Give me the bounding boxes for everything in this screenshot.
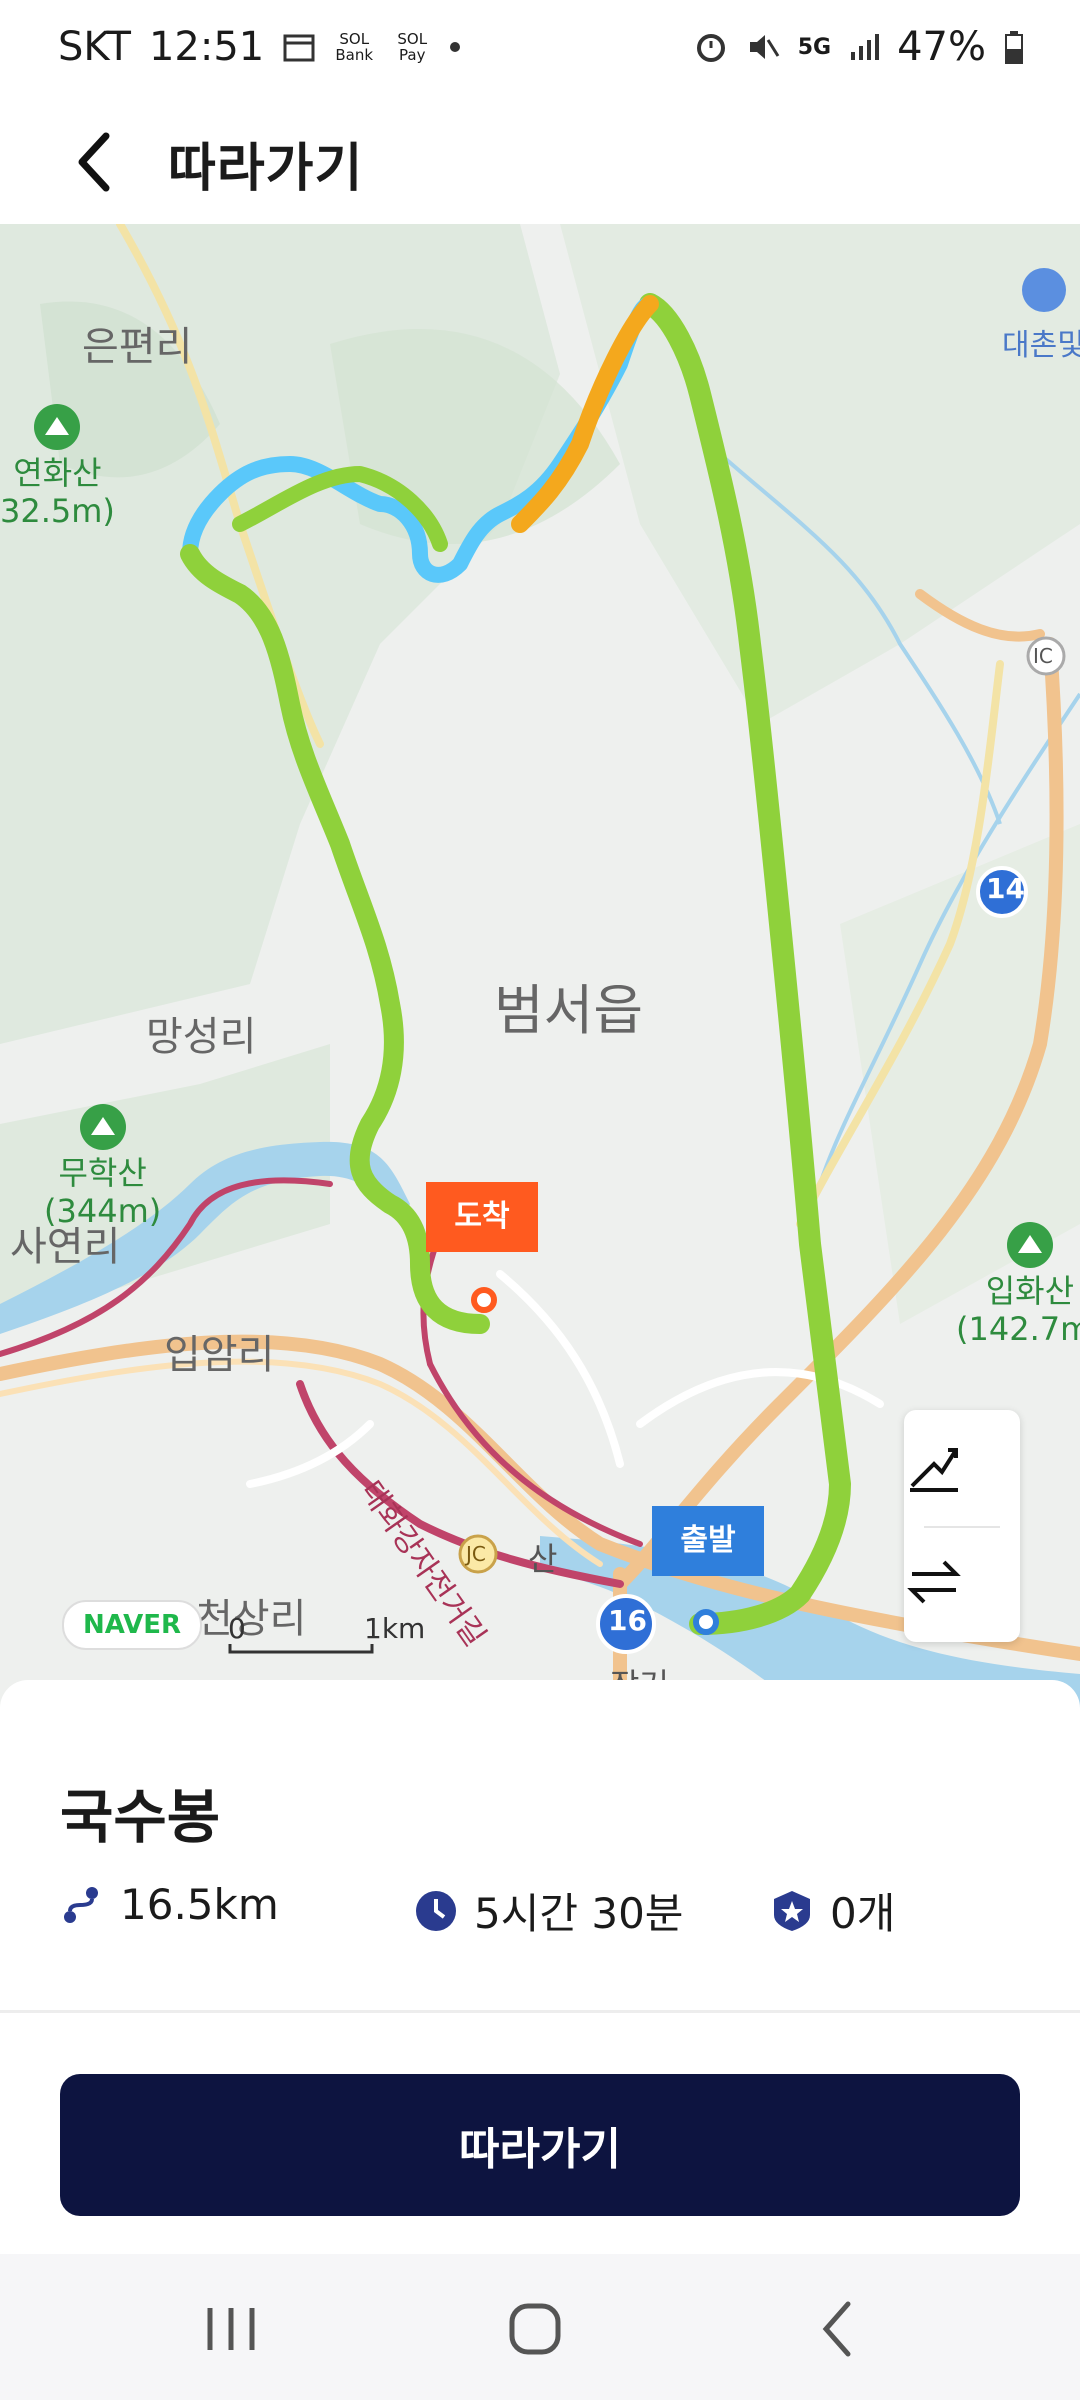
trail-name: 국수봉 bbox=[60, 1783, 221, 1851]
clock-icon bbox=[416, 1890, 456, 1931]
alarm-icon bbox=[696, 34, 725, 62]
ic-label: IC bbox=[1033, 644, 1053, 668]
departure-point bbox=[693, 1609, 719, 1635]
battery-percent: 47% bbox=[897, 24, 986, 70]
mountain-yeonhwa: 연화산 32.5m) bbox=[0, 404, 115, 530]
poi-marker bbox=[1022, 268, 1066, 312]
jc-label: JC bbox=[466, 1542, 486, 1566]
recent-apps-icon[interactable] bbox=[196, 2294, 266, 2364]
distance-stat: 16.5km bbox=[60, 1880, 279, 1929]
notification-dot-icon bbox=[450, 42, 461, 52]
poi-label: 대촌및 bbox=[1002, 328, 1080, 363]
mountain-muhak: 무학산 (344m) bbox=[44, 1104, 161, 1230]
duration-value: 5시간 30분 bbox=[474, 1889, 684, 1938]
status-bar: SKT 12:51 SOL Bank SOL Pay 5G 47% bbox=[0, 0, 1080, 100]
home-icon[interactable] bbox=[500, 2294, 570, 2364]
badge-value: 0개 bbox=[830, 1889, 896, 1938]
sol-pay-icon: SOL Pay bbox=[397, 30, 428, 64]
top-app-bar: 따라가기 bbox=[0, 100, 1080, 224]
scale-bar bbox=[228, 1644, 374, 1654]
place-label: 은편리 bbox=[82, 324, 193, 370]
map-controls bbox=[904, 1410, 1020, 1642]
section-divider bbox=[0, 2010, 1080, 2013]
elevation-icon[interactable] bbox=[904, 1438, 964, 1498]
naver-logo: NAVER bbox=[62, 1600, 202, 1650]
battery-icon bbox=[1005, 31, 1023, 64]
scale-zero: 0 bbox=[228, 1612, 246, 1645]
place-label: 천상리 bbox=[196, 1596, 307, 1642]
route-distance-icon bbox=[64, 1886, 98, 1923]
badge-stat: 0개 bbox=[770, 1880, 895, 1941]
place-label: 입암리 bbox=[164, 1332, 275, 1378]
page-title: 따라가기 bbox=[168, 139, 364, 199]
road-suffix-label: 산 bbox=[528, 1540, 558, 1578]
distance-value: 16.5km bbox=[120, 1880, 279, 1929]
clock: 12:51 bbox=[148, 24, 265, 70]
scale-unit: 1km bbox=[364, 1612, 426, 1645]
route-16-label: 16 bbox=[608, 1604, 647, 1637]
departure-tag: 출발 bbox=[652, 1506, 764, 1576]
calendar-icon bbox=[283, 34, 315, 62]
control-divider bbox=[924, 1526, 1000, 1528]
arrival-tag: 도착 bbox=[426, 1182, 538, 1252]
place-label: 망성리 bbox=[146, 1014, 257, 1060]
carrier-label: SKT bbox=[58, 24, 131, 70]
swap-direction-icon[interactable] bbox=[904, 1552, 964, 1612]
signal-icon bbox=[851, 34, 880, 60]
mute-icon bbox=[749, 35, 779, 59]
back-arrow-icon[interactable] bbox=[58, 122, 138, 202]
trail-info-sheet: 국수봉 16.5km 5시간 30분 0개 따라가기 bbox=[0, 1680, 1080, 2254]
mountain-iphwa: 입화산 (142.7m) bbox=[956, 1222, 1080, 1348]
mountain-icon bbox=[1006, 1222, 1053, 1268]
mountain-icon bbox=[79, 1104, 126, 1150]
arrival-point bbox=[471, 1287, 497, 1313]
terrain-shading bbox=[0, 224, 1080, 1324]
town-label: 범서읍 bbox=[494, 979, 644, 1042]
mountain-icon bbox=[34, 404, 81, 450]
route-14-label: 14 bbox=[986, 872, 1025, 905]
back-nav-icon[interactable] bbox=[804, 2294, 874, 2364]
system-nav-bar bbox=[0, 2254, 1080, 2400]
duration-stat: 5시간 30분 bbox=[414, 1880, 683, 1941]
follow-button[interactable]: 따라가기 bbox=[60, 2074, 1020, 2216]
sol-bank-icon: SOL Bank bbox=[335, 30, 374, 64]
map-view[interactable]: 은편리 범서읍 망성리 입암리 사연리 천상리 대촌및 연화산 32.5m) 무… bbox=[0, 224, 1080, 1708]
shield-star-icon bbox=[774, 1890, 810, 1931]
network-type: 5G bbox=[797, 34, 832, 60]
